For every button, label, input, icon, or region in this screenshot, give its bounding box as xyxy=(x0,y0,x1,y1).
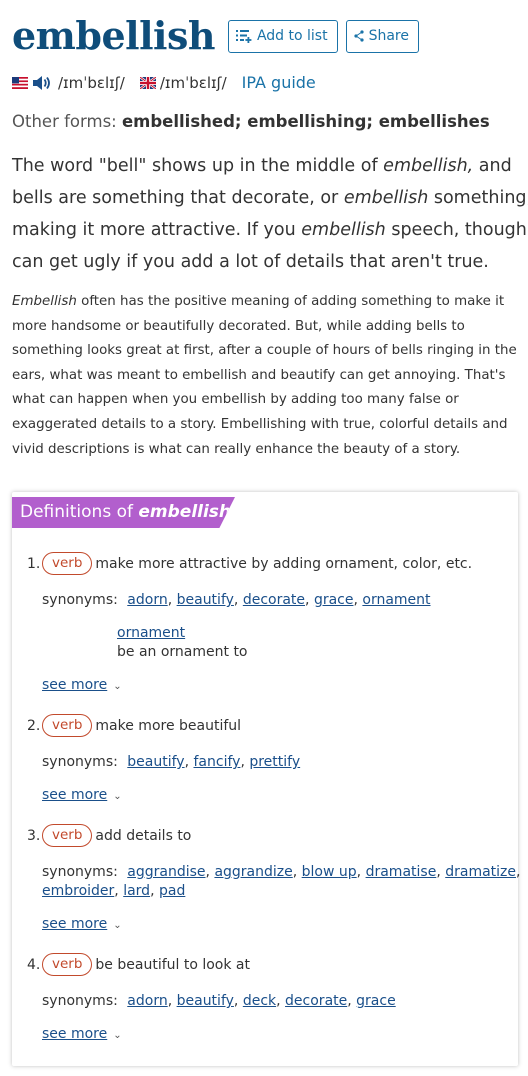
add-to-list-label: Add to list xyxy=(256,28,328,44)
synonym-link[interactable]: deck xyxy=(243,993,276,1009)
synonym-link[interactable]: ornament xyxy=(362,592,430,608)
synonym-link[interactable]: beautify xyxy=(177,592,234,608)
sense-definition: make more attractive by adding ornament,… xyxy=(95,555,473,572)
synonym-detail: ornament be an ornament to xyxy=(117,624,248,662)
share-label: Share xyxy=(368,28,409,44)
sense-number: 3. xyxy=(27,827,41,844)
short-blurb-line: bells are something that decorate, or em… xyxy=(12,188,528,208)
synonym-link[interactable]: fancify xyxy=(194,754,241,770)
add-to-list-button[interactable]: Add to list xyxy=(227,19,338,53)
sense-3-synonyms-cont: embroider, lard, pad xyxy=(42,883,186,899)
synonyms-label: synonyms: xyxy=(42,754,118,770)
short-blurb-line: can get ugly if you add a lot of details… xyxy=(12,252,489,272)
sense-4-synonyms: synonyms: adorn, beautify, deck, decorat… xyxy=(42,993,396,1009)
sense-2-line: 2. verb make more beautiful xyxy=(27,714,241,737)
synonym-link[interactable]: beautify xyxy=(177,993,234,1009)
ipa-guide-link[interactable]: IPA guide xyxy=(242,73,316,92)
long-blurb-line: something looks great at first, after a … xyxy=(12,343,517,359)
synonym-link[interactable]: blow up xyxy=(302,864,357,880)
long-blurb: Embellish often has the positive meaning… xyxy=(12,290,522,462)
synonym-link[interactable]: decorate xyxy=(285,993,347,1009)
synonym-link[interactable]: embroider xyxy=(42,883,114,899)
synonym-detail-gloss: be an ornament to xyxy=(117,644,248,660)
speaker-icon[interactable] xyxy=(32,75,52,91)
pos-badge[interactable]: verb xyxy=(42,714,93,737)
short-blurb-line: The word "bell" shows up in the middle o… xyxy=(12,156,512,176)
long-blurb-line: exaggerated details to a story. Embellis… xyxy=(12,416,508,432)
synonyms-label: synonyms: xyxy=(42,993,118,1009)
pos-badge[interactable]: verb xyxy=(42,552,93,575)
synonym-link[interactable]: decorate xyxy=(243,592,305,608)
pos-badge[interactable]: verb xyxy=(42,953,93,976)
sense-definition: be beautiful to look at xyxy=(95,956,250,973)
short-blurb-line: making it more attractive. If you embell… xyxy=(12,220,528,240)
long-blurb-line: more handsome or beautifully decorated. … xyxy=(12,318,465,334)
synonym-link[interactable]: adorn xyxy=(127,993,167,1009)
long-blurb-line: vivid descriptions is what can really en… xyxy=(12,441,461,457)
add-list-icon xyxy=(235,30,252,43)
synonym-link[interactable]: adorn xyxy=(127,592,167,608)
see-more-link[interactable]: see more ⌄ xyxy=(42,787,122,803)
sense-1-line: 1. verb make more attractive by adding o… xyxy=(27,552,472,575)
synonym-link[interactable]: beautify xyxy=(127,754,184,770)
see-more-link[interactable]: see more ⌄ xyxy=(42,916,122,932)
synonyms-label: synonyms: xyxy=(42,864,118,880)
synonym-link[interactable]: grace xyxy=(314,592,354,608)
headword: embellish xyxy=(12,13,215,58)
uk-ipa: /ɪmˈbɛlɪʃ/ xyxy=(159,73,227,92)
synonym-detail-link[interactable]: ornament xyxy=(117,625,185,641)
sense-definition: make more beautiful xyxy=(95,717,242,734)
see-more-link[interactable]: see more ⌄ xyxy=(42,1026,122,1042)
sense-number: 2. xyxy=(27,717,41,734)
long-blurb-line: what can happen when you embellish by ad… xyxy=(12,392,459,408)
chevron-down-icon: ⌄ xyxy=(113,791,122,802)
other-forms-value: embellished; embellishing; embellishes xyxy=(121,112,490,131)
us-ipa: /ɪmˈbɛlɪʃ/ xyxy=(58,73,125,92)
sense-4-line: 4. verb be beautiful to look at xyxy=(27,953,250,976)
share-button[interactable]: Share xyxy=(345,19,419,53)
synonyms-label: synonyms: xyxy=(42,592,118,608)
sense-number: 1. xyxy=(27,555,41,572)
synonym-link[interactable]: pad xyxy=(159,883,185,899)
see-more-link[interactable]: see more ⌄ xyxy=(42,677,122,693)
sense-definition: add details to xyxy=(95,827,192,844)
sense-3-synonyms: synonyms: aggrandise, aggrandize, blow u… xyxy=(42,864,521,880)
sense-2-synonyms: synonyms: beautify, fancify, prettify xyxy=(42,754,301,770)
definitions-header: Definitions of embellish xyxy=(12,497,235,528)
synonym-link[interactable]: prettify xyxy=(249,754,300,770)
long-blurb-line: Embellish often has the positive meaning… xyxy=(12,294,505,309)
sense-number: 4. xyxy=(27,956,41,973)
sense-3-line: 3. verb add details to xyxy=(27,824,191,847)
pos-badge[interactable]: verb xyxy=(42,824,93,847)
other-forms-label: Other forms: xyxy=(12,112,117,131)
sense-1-synonyms: synonyms: adorn, beautify, decorate, gra… xyxy=(42,592,431,608)
chevron-down-icon: ⌄ xyxy=(113,681,122,692)
synonym-link[interactable]: dramatise xyxy=(366,864,437,880)
uk-flag-icon[interactable] xyxy=(139,76,156,89)
synonym-link[interactable]: aggrandize xyxy=(214,864,292,880)
synonym-link[interactable]: grace xyxy=(356,993,396,1009)
synonym-link[interactable]: aggrandise xyxy=(127,864,205,880)
synonym-link[interactable]: dramatize xyxy=(445,864,516,880)
chevron-down-icon: ⌄ xyxy=(113,1030,122,1041)
synonym-link[interactable]: lard xyxy=(123,883,150,899)
us-flag-icon xyxy=(12,76,28,89)
other-forms: Other forms: embellished; embellishing; … xyxy=(12,112,490,131)
short-blurb: The word "bell" shows up in the middle o… xyxy=(12,150,528,278)
share-icon xyxy=(353,30,364,42)
definitions-panel: Definitions of embellish 1. verb make mo… xyxy=(12,492,521,1066)
headword-row: embellish Add to list Share xyxy=(12,8,419,64)
long-blurb-line: ears, what was meant to embellish and be… xyxy=(12,367,506,383)
pronunciation-row: /ɪmˈbɛlɪʃ/ /ɪmˈbɛlɪʃ/ IPA guide xyxy=(12,73,316,92)
chevron-down-icon: ⌄ xyxy=(113,920,122,931)
